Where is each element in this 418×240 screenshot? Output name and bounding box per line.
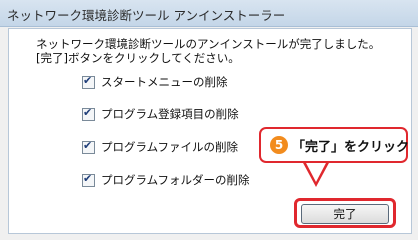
check-item-label: プログラムファイルの削除 bbox=[101, 140, 238, 154]
check-item-label: プログラム登録項目の削除 bbox=[101, 107, 239, 121]
check-item-program-folder: プログラムフォルダーの削除 bbox=[82, 172, 249, 188]
completion-message: ネットワーク環境診断ツールのアンインストールが完了しました。 [完了]ボタンをク… bbox=[36, 37, 380, 65]
message-line-2: [完了]ボタンをクリックしてください。 bbox=[36, 51, 240, 65]
check-item-program-files: プログラムファイルの削除 bbox=[82, 139, 238, 155]
callout-text: 「完了」をクリック bbox=[292, 140, 410, 155]
check-item-label: スタートメニューの削除 bbox=[101, 75, 228, 89]
message-line-1: ネットワーク環境診断ツールのアンインストールが完了しました。 bbox=[36, 37, 381, 51]
check-item-start-menu: スタートメニューの削除 bbox=[82, 74, 228, 90]
checkbox-checked-icon bbox=[82, 139, 95, 154]
check-item-program-registry: プログラム登録項目の削除 bbox=[82, 106, 239, 122]
finish-button[interactable]: 完了 bbox=[301, 204, 389, 224]
step-number-badge: 5 bbox=[270, 136, 288, 154]
checkbox-checked-icon bbox=[82, 106, 95, 121]
checkbox-checked-icon bbox=[82, 172, 95, 187]
title-bar[interactable]: ネットワーク環境診断ツール アンインストーラー bbox=[0, 0, 418, 27]
callout-pointer-inner bbox=[305, 161, 327, 182]
instruction-callout: 5 「完了」をクリック bbox=[259, 127, 410, 163]
check-item-label: プログラムフォルダーの削除 bbox=[101, 173, 250, 187]
window-title: ネットワーク環境診断ツール アンインストーラー bbox=[7, 8, 286, 23]
uninstaller-window: ネットワーク環境診断ツール アンインストーラー ネットワーク環境診断ツールのアン… bbox=[0, 0, 418, 240]
checkbox-checked-icon bbox=[82, 74, 95, 89]
